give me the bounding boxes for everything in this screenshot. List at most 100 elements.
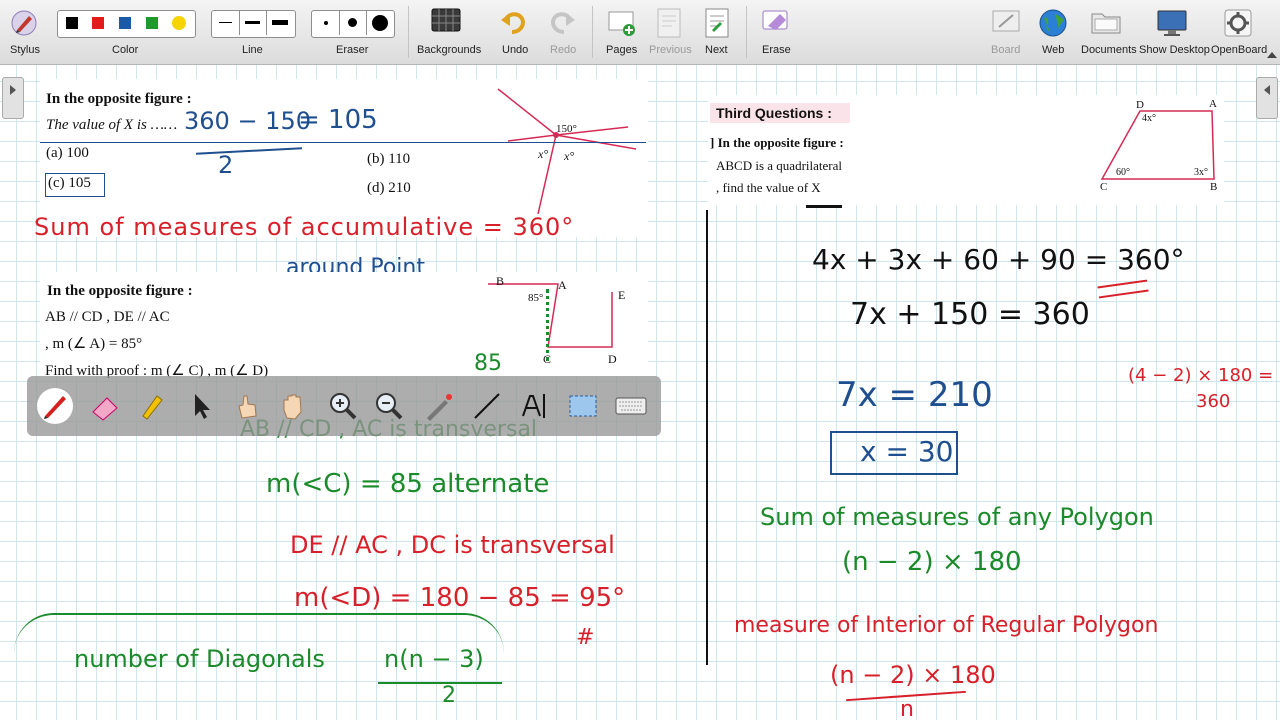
eraser-tool-button[interactable] [87,388,123,424]
ink-q1-calc-numerator: 360 − 150 [184,107,311,135]
interact-tool-button[interactable] [229,388,265,424]
laser-pointer-button[interactable] [421,388,457,424]
pages-button[interactable]: Pages [602,0,642,64]
web-button[interactable]: Web [1034,0,1072,64]
board-icon [992,10,1020,32]
zoom-out-button[interactable] [371,388,407,424]
erase-label: Erase [762,44,791,56]
line-label: Line [242,44,263,56]
toolbar-separator [592,6,593,58]
chevron-up-icon[interactable] [1266,50,1278,60]
line-thin-button[interactable] [212,11,240,35]
color-yellow-swatch[interactable] [172,16,186,30]
q3-line-3: , find the value of X [716,180,821,195]
ink-diagonals-numerator: n(n − 3) [384,645,484,673]
stylus-icon [11,10,37,36]
ink-q3-eq4: x = 30 [860,435,954,468]
ink-sum-around-point: Sum of measures of accumulative = 360° [34,213,575,241]
q3-line-2: ABCD is a quadrilateral [716,158,842,173]
marker-tool-button[interactable] [133,388,169,424]
line-tool-button[interactable] [469,388,505,424]
q3-angle-d: 4x° [1142,113,1156,124]
q1-prompt: The value of X is …… [46,117,178,133]
documents-button[interactable]: Documents [1078,0,1137,64]
ink-de-ac-transversal: DE // AC , DC is transversal [290,531,615,559]
globe-icon [1039,9,1067,37]
text-tool-button[interactable] [517,388,553,424]
color-red-swatch[interactable] [92,17,104,29]
text-tool-icon [522,394,545,418]
q1-x-right: x° [564,149,575,163]
ink-mc-alternate: m(<C) = 85 alternate [266,469,550,499]
q3-label-d: D [1136,99,1144,111]
eraser-large-button[interactable] [366,11,393,35]
toolbar-separator [408,6,409,58]
stylus-button[interactable]: Stylus [0,0,48,64]
show-desktop-button[interactable]: Show Desktop [1138,0,1210,64]
undo-button[interactable]: Undo [494,0,534,64]
line-thick-button[interactable] [266,11,294,35]
highlighter-icon [142,395,163,420]
toolbar-separator [746,6,747,58]
previous-page-button[interactable]: Previous [646,0,692,64]
color-green-swatch[interactable] [146,17,158,29]
eraser-size-selector [311,10,395,38]
redo-button[interactable]: Redo [542,0,582,64]
stylus-label: Stylus [10,44,40,56]
line-medium-button[interactable] [239,11,267,35]
ink-q2-green-marks [546,289,559,361]
select-tool-button[interactable] [183,388,219,424]
capture-tool-button[interactable] [565,388,601,424]
folder-icon [1091,13,1121,34]
next-label: Next [705,44,728,56]
top-toolbar: Stylus Color Line Eraser Backgrounds Und… [0,0,1280,65]
ink-q2-85: 85 [474,351,502,376]
redo-label: Redo [550,44,577,56]
ink-number-of-diagonals: number of Diagonals [74,645,325,673]
board-mode-button[interactable]: Board [986,0,1026,64]
ink-q3-red-underline [1097,279,1149,299]
ink-q1-calc-result: = 105 [298,105,378,135]
backgrounds-button[interactable]: Backgrounds [414,0,481,64]
q1-option-a: (a) 100 [46,145,89,161]
erase-button[interactable]: Erase [756,0,796,64]
redo-arrow-icon [550,12,575,34]
zoom-out-icon [376,393,403,420]
ink-q3-eq2: 7x + 150 = 360 [850,297,1090,332]
q2-angle-label: 85° [528,292,544,304]
floating-tool-palette [27,376,661,436]
zoom-in-icon [330,393,357,420]
ink-q3-eq1: 4x + 3x + 60 + 90 = 360° [812,243,1185,276]
color-blue-swatch[interactable] [119,17,131,29]
q2-label-e: E [618,288,626,302]
right-panel-toggle[interactable] [1256,77,1278,119]
q1-answer-box [45,173,105,197]
board-label: Board [991,44,1021,56]
ink-interior-numerator: (n − 2) × 180 [830,661,996,689]
screen-capture-icon [569,395,597,417]
question-3-image: Third Questions : ] In the opposite figu… [708,95,1224,205]
left-panel-toggle[interactable] [2,77,24,119]
next-page-button[interactable]: Next [698,0,736,64]
virtual-keyboard-button[interactable] [613,388,649,424]
ink-sum-formula: (n − 2) × 180 [842,547,1022,577]
pan-tool-button[interactable] [275,388,311,424]
q2-given-2: , m (∠ A) = 85° [45,336,143,352]
openboard-menu-button[interactable]: OpenBoard [1210,0,1267,64]
q1-x-left: x° [538,147,549,161]
q1-ink-underline [40,142,646,143]
q2-given-1: AB // CD , DE // AC [45,309,170,325]
vertical-divider-ink [706,210,708,665]
zoom-in-button[interactable] [325,388,361,424]
color-black-swatch[interactable] [66,17,78,29]
pages-label: Pages [606,44,638,56]
eraser-small-button[interactable] [312,11,340,35]
eraser-medium-button[interactable] [339,11,367,35]
q1-option-d: (d) 210 [367,180,411,196]
pen-tool-button[interactable] [37,388,73,424]
undo-arrow-icon [501,12,526,34]
chevron-left-icon [1264,85,1270,95]
hand-grab-icon [283,394,302,420]
ink-interior-denominator: n [900,697,914,722]
web-label: Web [1042,44,1065,56]
